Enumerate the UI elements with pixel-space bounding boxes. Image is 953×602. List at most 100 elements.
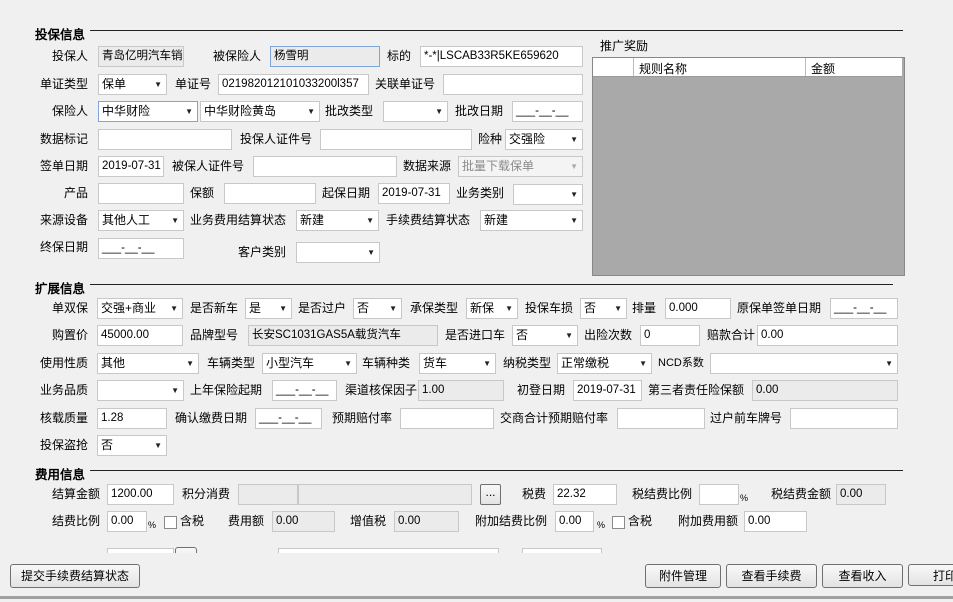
claims-count-field[interactable]: 0 (640, 325, 700, 346)
vehicle-kind-select[interactable]: 货车 ▼ (419, 353, 496, 374)
endorse-date-field[interactable]: ___-__-__ (512, 101, 583, 122)
col-amount[interactable]: 金额 (811, 60, 835, 77)
ratio-field[interactable]: 0.00 (107, 511, 147, 532)
usage-select[interactable]: 其他 ▼ (97, 353, 199, 374)
attachments-button[interactable]: 附件管理 (645, 564, 721, 588)
commission-settle-select[interactable]: 新建 ▼ (480, 210, 583, 231)
view-income-button[interactable]: 查看收入 (822, 564, 903, 588)
ncd-label: NCD系数 (658, 357, 704, 369)
endorse-type-select[interactable]: ▼ (383, 101, 448, 122)
new-car-select[interactable]: 是 ▼ (245, 298, 292, 319)
points-detail-field[interactable] (298, 484, 472, 505)
applicant-label: 投保人 (52, 49, 89, 63)
source-device-select[interactable]: 其他人工 ▼ (98, 210, 184, 231)
customer-type-select[interactable]: ▼ (296, 242, 380, 263)
tax-type-select[interactable]: 正常缴税 ▼ (557, 353, 652, 374)
data-source-select[interactable]: 批量下载保单 ▼ (458, 156, 583, 177)
chevron-down-icon: ▼ (344, 359, 352, 368)
amount-label: 保额 (190, 186, 215, 200)
data-mark-field[interactable] (98, 129, 232, 150)
settle-amount-field[interactable]: 1200.00 (107, 484, 174, 505)
single-double-value: 交强+商业 (101, 301, 157, 315)
endorse-type-label: 批改类型 (325, 104, 374, 118)
extra-amount-field[interactable]: 0.00 (744, 511, 807, 532)
promo-grid[interactable]: 规则名称 金额 (592, 57, 905, 276)
model-field[interactable]: 长安SC1031GAS5A载货汽车 (248, 325, 438, 346)
transfer-select[interactable]: 否 ▼ (353, 298, 402, 319)
underwrite-type-select[interactable]: 新保 ▼ (466, 298, 518, 319)
imported-select[interactable]: 否 ▼ (512, 325, 578, 346)
prev-plate-field[interactable] (790, 408, 898, 429)
chevron-down-icon: ▼ (483, 359, 491, 368)
applicant-field[interactable]: 青岛亿明汽车销售用 (98, 46, 184, 67)
end-date-field[interactable]: ___-__-__ (98, 238, 184, 259)
points-field[interactable] (238, 484, 298, 505)
insurer-select[interactable]: 中华财险 ▼ (98, 101, 198, 122)
first-reg-field[interactable]: 2019-07-31 (573, 380, 642, 401)
combined-ratio-field[interactable] (617, 408, 705, 429)
tax-ratio-field[interactable] (699, 484, 739, 505)
amount-field[interactable] (224, 183, 316, 204)
single-double-select[interactable]: 交强+商业 ▼ (97, 298, 183, 319)
ncd-select[interactable]: ▼ (710, 353, 898, 374)
tax-field[interactable]: 22.32 (553, 484, 617, 505)
load-field[interactable]: 1.28 (97, 408, 167, 429)
subject-field[interactable]: *-*|LSCAB33R5KE659620 (420, 46, 583, 67)
fee-settle-select[interactable]: 新建 ▼ (296, 210, 379, 231)
related-doc-label: 关联单证号 (375, 77, 436, 91)
vat-field[interactable]: 0.00 (394, 511, 459, 532)
pay-confirm-field[interactable]: ___-__-__ (255, 408, 322, 429)
submit-commission-status-button[interactable]: 提交手续费结算状态 (10, 564, 140, 588)
damage-select[interactable]: 否 ▼ (580, 298, 627, 319)
displacement-field[interactable]: 0.000 (665, 298, 731, 319)
data-mark-label: 数据标记 (40, 132, 89, 146)
doc-no-field[interactable]: 021982012101033200l357 (218, 74, 369, 95)
ratio-label: 结费比例 (52, 514, 101, 528)
col-rule-name[interactable]: 规则名称 (639, 60, 687, 77)
doc-type-select[interactable]: 保单 ▼ (98, 74, 167, 95)
claims-total-field[interactable]: 0.00 (757, 325, 898, 346)
orig-sign-date-field[interactable]: ___-__-__ (830, 298, 898, 319)
related-doc-field[interactable] (443, 74, 583, 95)
col-divider (805, 58, 806, 76)
risk-select[interactable]: 交强险 ▼ (505, 129, 583, 150)
insured-field[interactable]: 杨雪明 (270, 46, 380, 67)
transfer-value: 否 (357, 301, 370, 315)
damage-label: 投保车损 (525, 301, 574, 315)
clipped-field[interactable] (278, 548, 499, 553)
incl-tax-checkbox[interactable] (164, 516, 177, 529)
insurer-branch-select[interactable]: 中华财险黄岛 ▼ (200, 101, 320, 122)
third-party-field[interactable]: 0.00 (752, 380, 898, 401)
imported-label: 是否进口车 (445, 328, 506, 342)
quality-select[interactable]: ▼ (97, 380, 184, 401)
tax-type-value: 正常缴税 (561, 356, 610, 370)
start-date-field[interactable]: 2019-07-31 (378, 183, 450, 204)
view-commission-button[interactable]: 查看手续费 (726, 564, 817, 588)
extra-incl-tax-checkbox[interactable] (612, 516, 625, 529)
clipped-field[interactable] (107, 548, 174, 553)
chevron-down-icon: ▼ (171, 216, 179, 225)
expected-ratio-field[interactable] (400, 408, 494, 429)
extra-ratio-field[interactable]: 0.00 (555, 511, 594, 532)
imported-value: 否 (516, 328, 529, 342)
tax-amount-field[interactable]: 0.00 (836, 484, 886, 505)
channel-factor-field[interactable]: 1.00 (418, 380, 504, 401)
biz-category-select[interactable]: ▼ (513, 184, 583, 205)
price-field[interactable]: 45000.00 (97, 325, 183, 346)
chevron-down-icon: ▼ (565, 331, 573, 340)
product-field[interactable] (98, 183, 184, 204)
browse-button[interactable]: ... (480, 484, 501, 505)
last-start-field[interactable]: ___-__-__ (272, 380, 337, 401)
vehicle-type-select[interactable]: 小型汽车 ▼ (262, 353, 357, 374)
sign-date-field[interactable]: 2019-07-31 (98, 156, 164, 177)
print-button[interactable]: 打印 (908, 564, 953, 586)
section-policy-title: 投保信息 (35, 28, 86, 42)
clipped-field[interactable] (522, 548, 602, 553)
theft-select[interactable]: 否 ▼ (97, 435, 167, 456)
insured-id-field[interactable] (253, 156, 397, 177)
fee-amount-field[interactable]: 0.00 (272, 511, 335, 532)
clipped-button[interactable] (175, 547, 197, 553)
chevron-down-icon: ▼ (885, 359, 893, 368)
new-car-label: 是否新车 (190, 301, 239, 315)
applicant-id-field[interactable] (320, 129, 472, 150)
